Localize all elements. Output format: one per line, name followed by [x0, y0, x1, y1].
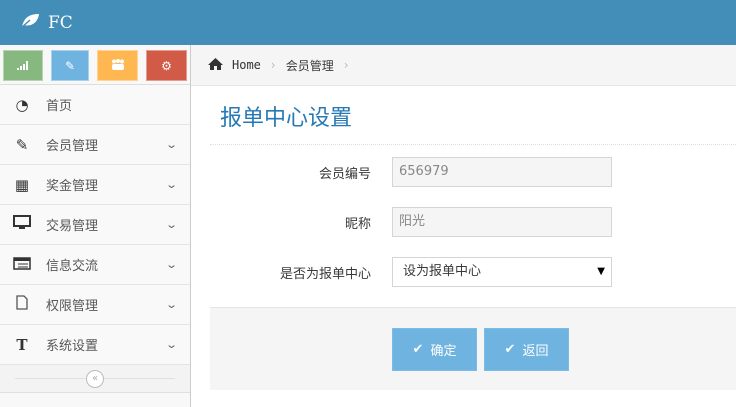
sidebar-item-trade[interactable]: 交易管理 ⌄ [0, 205, 190, 245]
chevron-down-icon: ⌄ [164, 138, 178, 151]
chevron-down-icon: ⌄ [164, 298, 178, 311]
center-row: 是否为报单中心 设为报单中心 ▼ [210, 257, 736, 287]
desktop-icon [12, 215, 32, 234]
home-icon[interactable] [207, 57, 224, 74]
signal-icon [17, 59, 29, 73]
sidebar-item-label: 权限管理 [46, 299, 99, 314]
sidebar-item-members[interactable]: ✎ 会员管理 ⌄ [0, 125, 190, 165]
dashboard-icon: ◔ [15, 95, 29, 114]
chevron-down-icon: ⌄ [164, 258, 178, 271]
page-title: 报单中心设置 [220, 106, 353, 131]
shortcuts: ✎ ⚙ [0, 45, 190, 85]
text-width-icon: T [16, 335, 28, 354]
sidebar-item-bonus[interactable]: ▦ 奖金管理 ⌄ [0, 165, 190, 205]
sidebar-item-settings[interactable]: T 系统设置 ⌄ [0, 325, 190, 365]
breadcrumb-separator: › [270, 58, 276, 72]
nickname-label: 昵称 [344, 217, 371, 232]
center-label: 是否为报单中心 [279, 267, 371, 282]
cogs-icon: ⚙ [161, 58, 172, 73]
nickname-input[interactable]: 阳光 [392, 207, 612, 237]
users-icon [111, 58, 125, 73]
member-id-row: 会员编号 656979 [210, 157, 736, 187]
breadcrumb: Home › 会员管理 › [191, 45, 736, 86]
back-label: 返回 [522, 344, 549, 359]
breadcrumb-current[interactable]: 会员管理 [286, 57, 334, 74]
sidebar-item-label: 奖金管理 [46, 179, 99, 194]
sidebar-item-messages[interactable]: 信息交流 ⌄ [0, 245, 190, 285]
center-select-value: 设为报单中心 [403, 264, 482, 279]
back-button[interactable]: ✔ 返回 [484, 328, 569, 371]
shortcut-signal-button[interactable] [3, 50, 43, 81]
navbar: FC [0, 0, 736, 45]
calendar-icon: ▦ [14, 175, 30, 194]
divider [210, 144, 736, 145]
double-left-icon[interactable]: « [86, 370, 104, 388]
sidebar-collapse: « [0, 365, 190, 393]
nickname-row: 昵称 阳光 [210, 207, 736, 237]
sidebar: ✎ ⚙ ◔ 首页 ✎ 会员管理 ⌄ ▦ 奖金管理 ⌄ 交易管理 ⌄ 信息交流 ⌄ 权限管理 ⌄ … [0, 45, 191, 407]
brand[interactable]: FC [48, 13, 73, 33]
sidebar-item-home[interactable]: ◔ 首页 [0, 85, 190, 125]
pencil-icon: ✎ [64, 58, 76, 73]
breadcrumb-separator: › [343, 58, 349, 72]
form-actions: ✔ 确定 ✔ 返回 [210, 307, 736, 390]
sidebar-item-permissions[interactable]: 权限管理 ⌄ [0, 285, 190, 325]
center-select[interactable]: 设为报单中心 ▼ [392, 257, 612, 287]
sidebar-item-label: 信息交流 [46, 259, 99, 274]
chevron-down-icon: ⌄ [164, 178, 178, 191]
breadcrumb-home[interactable]: Home [232, 58, 261, 72]
check-icon: ✔ [504, 342, 516, 357]
chevron-down-icon: ⌄ [164, 218, 178, 231]
confirm-button[interactable]: ✔ 确定 [392, 328, 477, 371]
confirm-label: 确定 [430, 344, 457, 359]
dropdown-arrow-icon: ▼ [597, 266, 605, 277]
sidebar-item-label: 交易管理 [46, 219, 99, 234]
leaf-icon [20, 13, 40, 33]
file-icon [12, 295, 32, 314]
shortcut-pencil-button[interactable]: ✎ [51, 50, 89, 81]
member-id-label: 会员编号 [318, 167, 371, 182]
chevron-down-icon: ⌄ [164, 338, 178, 351]
list-icon [12, 256, 32, 274]
edit-icon: ✎ [15, 135, 29, 154]
sidebar-item-label: 会员管理 [46, 139, 99, 154]
member-id-input[interactable]: 656979 [392, 157, 612, 187]
check-icon: ✔ [412, 342, 424, 357]
shortcut-users-button[interactable] [97, 50, 138, 81]
sidebar-item-label: 系统设置 [46, 339, 99, 354]
sidebar-item-label: 首页 [46, 99, 73, 114]
shortcut-cogs-button[interactable]: ⚙ [146, 50, 187, 81]
